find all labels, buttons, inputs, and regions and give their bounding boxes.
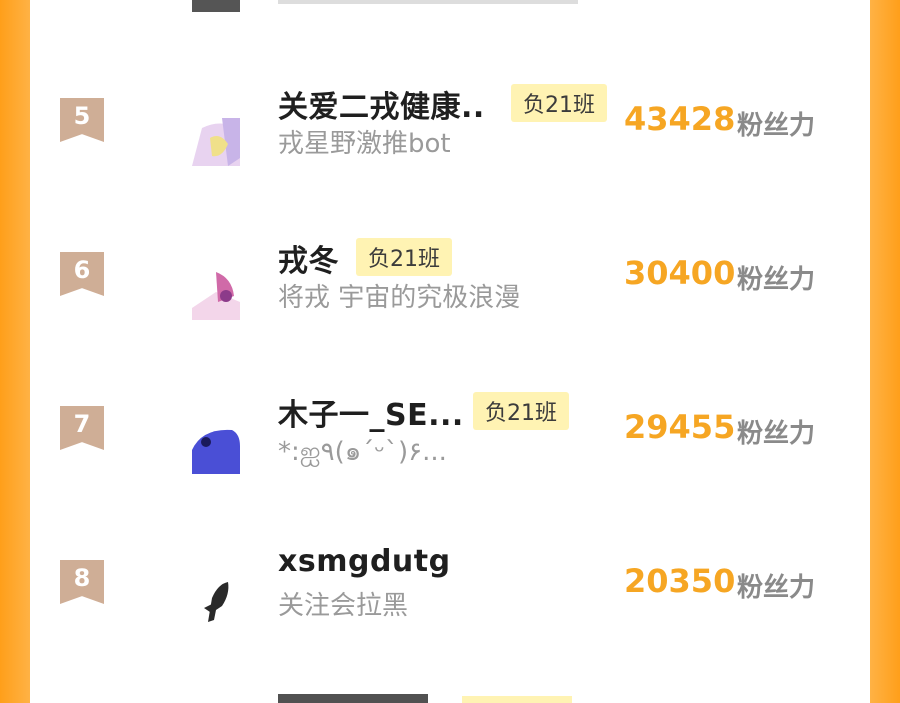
ranking-row[interactable]: 6 戎冬 负21班 将戎 宇宙的究极浪漫 30400 粉丝力 <box>30 224 870 374</box>
avatar-image <box>192 580 240 628</box>
avatar-image <box>192 118 240 166</box>
fan-power-score: 30400 <box>624 254 736 292</box>
class-badge: 负21班 <box>473 392 569 430</box>
user-subtitle: *:ஐ٩(๑´ᵕ`)۶... <box>278 437 447 467</box>
ranking-row[interactable]: 5 关爱二戎健康.. 负21班 戎星野激推bot 43428 粉丝力 <box>30 70 870 220</box>
avatar[interactable] <box>192 426 240 474</box>
fan-power-score: 29455 <box>624 408 736 446</box>
avatar-image <box>192 272 240 320</box>
user-name[interactable]: xsmgdutg <box>278 544 451 579</box>
next-row-partial <box>278 694 428 703</box>
user-name[interactable]: 戎冬 <box>278 236 339 280</box>
fan-power-unit: 粉丝力 <box>737 419 816 449</box>
avatar[interactable] <box>192 272 240 320</box>
class-badge: 负21班 <box>356 238 452 276</box>
rank-badge: 5 <box>60 98 104 142</box>
fan-power-score: 43428 <box>624 100 736 138</box>
avatar[interactable] <box>192 118 240 166</box>
avatar <box>192 0 240 12</box>
next-row-badge-partial <box>462 696 572 703</box>
user-name[interactable]: 关爱二戎健康.. <box>278 82 485 126</box>
fan-power-unit: 粉丝力 <box>737 111 816 141</box>
rank-badge: 7 <box>60 406 104 450</box>
ranking-row[interactable]: 7 木子一_SE... 负21班 *:ஐ٩(๑´ᵕ`)۶... 29455 粉丝… <box>30 378 870 528</box>
class-badge: 负21班 <box>511 84 607 122</box>
rank-badge: 6 <box>60 252 104 296</box>
user-subtitle: 将戎 宇宙的究极浪漫 <box>278 283 521 313</box>
avatar-image <box>192 426 240 474</box>
rank-badge: 8 <box>60 560 104 604</box>
fan-power-score: 20350 <box>624 562 736 600</box>
ranking-card: 5 关爱二戎健康.. 负21班 戎星野激推bot 43428 粉丝力 6 戎冬 <box>30 0 870 703</box>
ranking-row[interactable]: 8 xsmgdutg 关注会拉黑 20350 粉丝力 <box>30 532 870 682</box>
avatar[interactable] <box>192 580 240 628</box>
user-subtitle: 关注会拉黑 <box>278 591 409 621</box>
previous-row-partial <box>30 0 870 14</box>
user-subtitle: 戎星野激推bot <box>278 129 451 159</box>
fan-power-unit: 粉丝力 <box>737 265 816 295</box>
name-fragment <box>278 0 578 4</box>
user-name[interactable]: 木子一_SE... <box>278 390 464 434</box>
fan-power-unit: 粉丝力 <box>737 573 816 603</box>
